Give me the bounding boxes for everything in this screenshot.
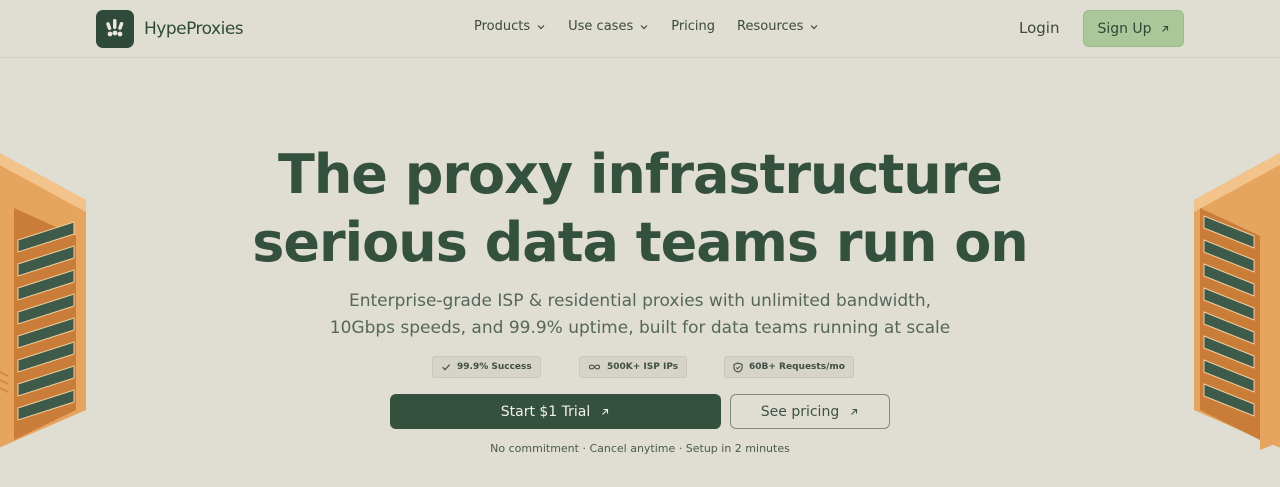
nav-item-resources[interactable]: Resources — [737, 19, 819, 34]
brand-logo[interactable]: HypeProxies — [96, 10, 244, 48]
main-menu: Products Use cases Pricing Resources — [474, 19, 819, 34]
shield-icon — [733, 361, 743, 373]
nav-item-label: Resources — [737, 19, 804, 34]
login-link[interactable]: Login — [1019, 19, 1059, 37]
nav-item-use-cases[interactable]: Use cases — [568, 19, 649, 34]
arrow-up-right-icon — [602, 408, 609, 415]
nav-item-products[interactable]: Products — [474, 19, 546, 34]
see-pricing-label: See pricing — [760, 403, 840, 420]
see-pricing-button[interactable]: See pricing — [730, 394, 890, 429]
headline-line-2: serious data teams run on — [252, 211, 1028, 274]
chevron-down-icon — [537, 24, 545, 29]
subtitle-line-2: 10Gbps speeds, and 99.9% uptime, built f… — [329, 318, 951, 338]
chevron-down-icon — [811, 24, 818, 29]
badge-label: 500K+ ISP IPs — [607, 362, 679, 372]
badge-success-rate: 99.9% Success — [432, 356, 541, 378]
subtitle-line-1: Enterprise-grade ISP & residential proxi… — [348, 291, 932, 311]
nav-item-pricing[interactable]: Pricing — [671, 19, 715, 34]
nav-item-label: Use cases — [568, 19, 634, 34]
logo-mark-icon — [96, 10, 134, 48]
landing-page: HypeProxies Products Use cases Pricing R… — [0, 0, 1280, 487]
arrow-up-right-icon — [851, 408, 858, 415]
nav-item-label: Products — [474, 19, 531, 34]
signup-label: Sign Up — [1097, 20, 1152, 37]
top-nav: HypeProxies Products Use cases Pricing R… — [0, 0, 1280, 58]
badge-label: 60B+ Requests/mo — [749, 362, 845, 372]
cta-note: No commitment · Cancel anytime · Setup i… — [490, 442, 790, 455]
stat-badges: 99.9% Success 500K+ ISP IPs 60B+ Request… — [0, 356, 1280, 378]
hero-headline: The proxy infrastructure serious data te… — [0, 141, 1280, 277]
badge-label: 99.9% Success — [457, 362, 532, 372]
signup-button[interactable]: Sign Up — [1083, 10, 1184, 47]
headline-line-1: The proxy infrastructure — [278, 143, 1003, 206]
badge-requests: 60B+ Requests/mo — [724, 356, 854, 378]
check-icon — [442, 364, 451, 371]
start-trial-label: Start $1 Trial — [500, 403, 591, 420]
start-trial-button[interactable]: Start $1 Trial — [390, 394, 721, 429]
hero-subtitle: Enterprise-grade ISP & residential proxi… — [0, 288, 1280, 342]
brand-name: HypeProxies — [144, 19, 244, 39]
badge-isp-ips: 500K+ ISP IPs — [579, 356, 688, 378]
arrow-up-right-icon — [1161, 25, 1168, 32]
chevron-down-icon — [640, 24, 648, 29]
infinity-icon — [588, 364, 601, 370]
nav-item-label: Pricing — [671, 19, 716, 34]
